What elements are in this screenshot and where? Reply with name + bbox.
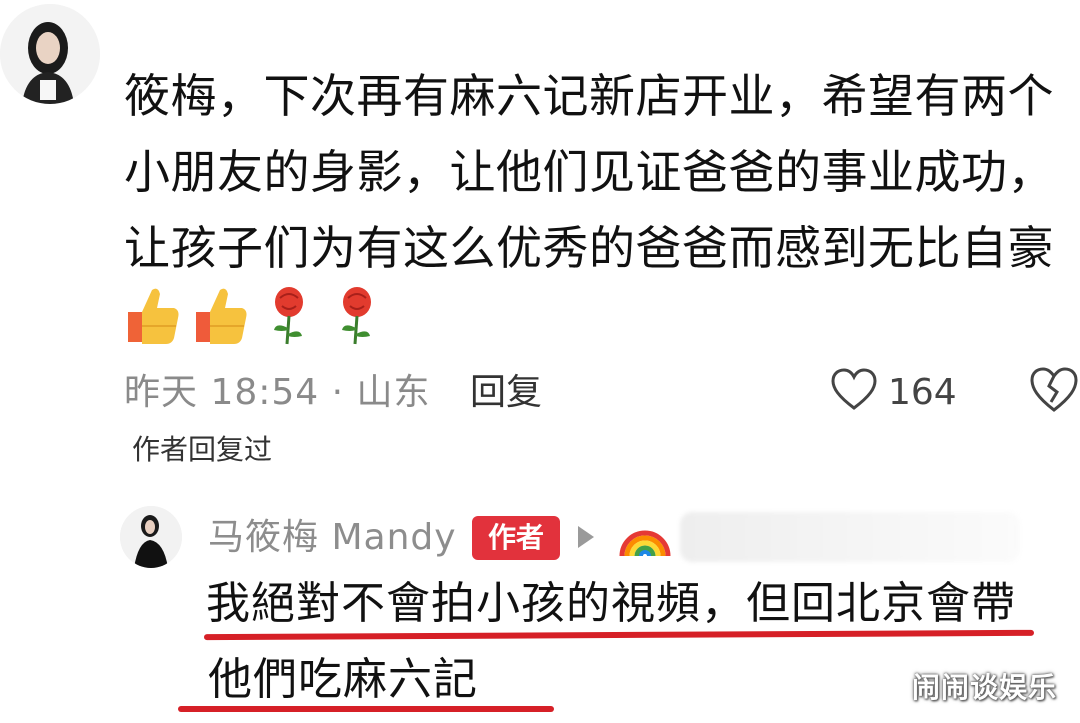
- commenter-avatar[interactable]: [0, 4, 100, 104]
- comment-line: 让孩子们为有这么优秀的爸爸而感到无比自豪: [124, 221, 1054, 275]
- rose-icon: [258, 282, 320, 348]
- rose-icon: [326, 282, 388, 348]
- thumbs-up-icon: [190, 282, 252, 348]
- reply-arrow-icon: [578, 526, 594, 548]
- reply-line: 他們吃麻六記: [208, 654, 478, 705]
- comment-line: 小朋友的身影，让他们见证爸爸的事业成功，: [124, 145, 1054, 199]
- dislike-button[interactable]: [1028, 366, 1080, 418]
- watermark: 闹闹谈娱乐: [912, 671, 1058, 704]
- blurred-name: [680, 512, 1020, 562]
- author-badge: 作者: [472, 516, 560, 560]
- reply-button[interactable]: 回复: [470, 368, 542, 418]
- broken-heart-icon: [1028, 367, 1080, 418]
- comment-meta: 昨天 18:54 · 山东: [124, 372, 431, 413]
- author-replied-label[interactable]: 作者回复过: [132, 428, 272, 472]
- heart-icon: [830, 368, 878, 416]
- author-avatar[interactable]: [120, 506, 182, 568]
- rainbow-icon: [618, 510, 672, 560]
- like-button[interactable]: 164: [830, 366, 957, 418]
- comment-line: 筱梅，下次再有麻六记新店开业，希望有两个: [124, 69, 1054, 123]
- highlight-underline: [178, 706, 554, 712]
- like-count: 164: [888, 371, 957, 413]
- thumbs-up-icon: [122, 282, 184, 348]
- reply-author-name[interactable]: 马筱梅 Mandy: [208, 510, 457, 566]
- reply-line: 我絕對不會拍小孩的視頻，但回北京會帶: [206, 578, 1016, 629]
- comment-body: 筱梅，下次再有麻六记新店开业，希望有两个 小朋友的身影，让他们见证爸爸的事业成功…: [124, 58, 1064, 286]
- emoji-row: [122, 282, 388, 348]
